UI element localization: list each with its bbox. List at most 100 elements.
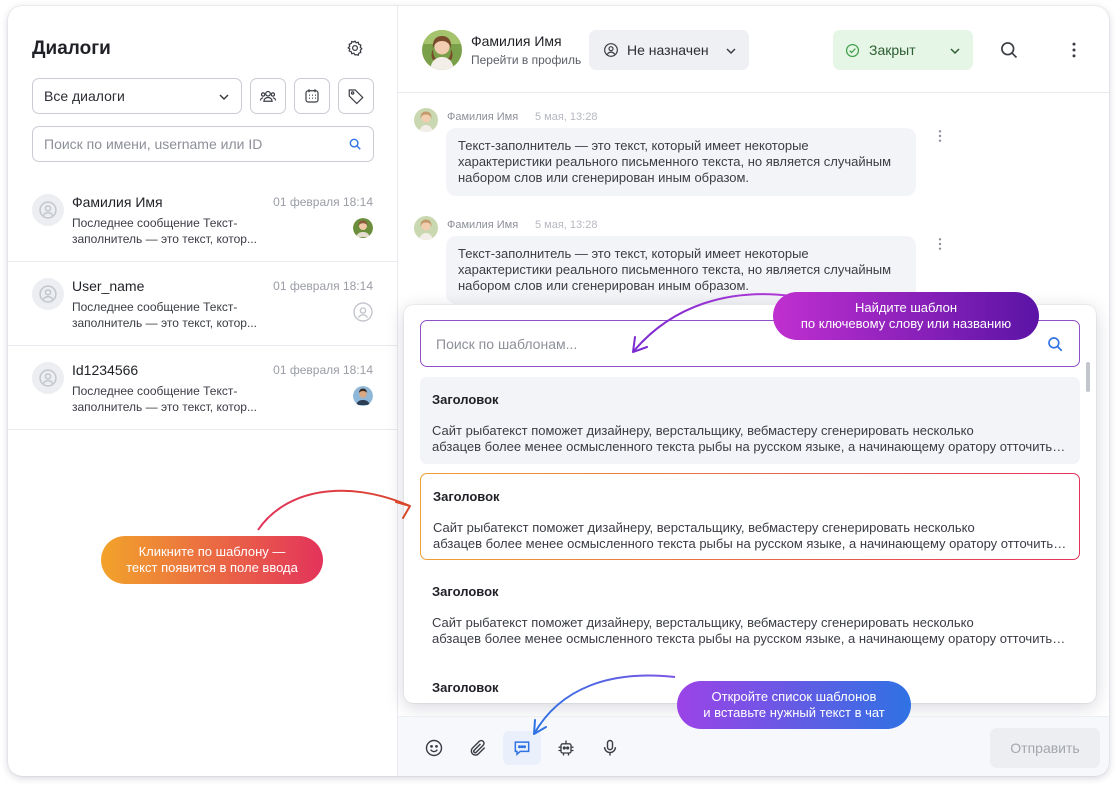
date-filter-button[interactable] [294,78,330,114]
users-icon [259,90,277,102]
message-avatar [414,108,438,132]
user-circle-icon [604,43,618,57]
operator-avatar [353,218,373,238]
dialog-list-item[interactable]: Фамилия Имя 01 февраля 18:14 Последнее с… [8,178,397,262]
search-icon [1048,337,1063,352]
template-text-line: Сайт рыбатекст поможет дизайнеру, верста… [432,423,974,438]
message-author: Фамилия Имя [447,219,519,231]
dialog-last-message: Последнее сообщение Текст-заполнитель — … [72,384,257,414]
assignee-value: Не назначен [627,42,709,58]
hint-line: Кликните по шаблону — [138,544,286,559]
avatar [32,194,64,226]
avatar [32,362,64,394]
templates-scrollbar[interactable] [1086,362,1090,392]
chevron-down-icon [726,48,736,55]
gear-icon[interactable] [346,39,364,57]
dialog-last-message: Последнее сообщение Текст-заполнитель — … [72,216,257,246]
hint-open-templates: Откройте список шаблонов и вставьте нужн… [677,681,911,729]
chevron-down-icon [219,94,229,101]
dialog-date: 01 февраля 18:14 [273,279,373,293]
more-vertical-icon[interactable] [1064,40,1084,60]
template-item[interactable]: Заголовок Сайт рыбатекст поможет дизайне… [420,377,1080,464]
hint-line: и вставьте нужный текст в чат [703,705,885,720]
template-title: Заголовок [432,584,499,599]
dialog-date: 01 февраля 18:14 [273,195,373,209]
more-vertical-icon[interactable] [932,236,948,252]
profile-link[interactable]: Перейти в профиль [471,53,581,67]
template-item[interactable]: Заголовок Сайт рыбатекст поможет дизайне… [420,473,1080,560]
contact-avatar[interactable] [422,30,462,70]
smile-icon [425,739,443,757]
check-circle-icon [845,43,860,57]
hint-line: Найдите шаблон [854,300,958,315]
template-text: Сайт рыбатекст поможет дизайнеру, верста… [432,615,1068,647]
template-text-line: абзацев более менее осмысленного текста … [433,536,1069,551]
microphone-icon [603,739,617,756]
groups-filter-button[interactable] [250,78,286,114]
emoji-button[interactable] [415,731,453,765]
template-text-line: абзацев более менее осмысленного текста … [432,631,1068,646]
template-title: Заголовок [433,489,500,504]
search-icon[interactable] [999,40,1019,60]
chevron-down-icon [950,48,960,55]
calendar-icon [305,89,319,103]
message-avatar [414,216,438,240]
hint-line: Откройте список шаблонов [711,689,877,704]
user-placeholder-icon [39,369,57,387]
attach-button[interactable] [459,731,497,765]
more-vertical-icon[interactable] [932,128,948,144]
message-time: 5 мая, 13:28 [535,219,598,231]
bot-button[interactable] [547,731,585,765]
hint-click-template: Кликните по шаблону — текст появится в п… [101,536,323,584]
template-text: Сайт рыбатекст поможет дизайнеру, верста… [433,520,1069,552]
hint-search-template: Найдите шаблон по ключевому слову или на… [773,292,1039,340]
status-select[interactable]: Закрыт [833,30,973,70]
template-text-line: Сайт рыбатекст поможет дизайнеру, верста… [432,615,974,630]
templates-button[interactable] [503,731,541,765]
unassigned-operator-icon [353,302,373,322]
dialogs-filter-value: Все диалоги [44,88,125,104]
tags-filter-button[interactable] [338,78,374,114]
template-text-line: абзацев более менее осмысленного текста … [432,439,1068,454]
dialog-name: Фамилия Имя [72,194,163,210]
tag-icon [348,89,364,105]
template-title: Заголовок [432,392,499,407]
templates-popup: Поиск по шаблонам... Заголовок Сайт рыба… [404,305,1096,703]
template-item[interactable]: Заголовок Сайт рыбатекст поможет дизайне… [420,569,1080,656]
chat-template-icon [514,741,530,756]
dialogs-search-input[interactable]: Поиск по имени, username или ID [32,126,374,162]
dialogs-filter-select[interactable]: Все диалоги [32,78,242,114]
search-icon [349,138,361,150]
assignee-select[interactable]: Не назначен [589,30,749,70]
paperclip-icon [470,739,486,756]
chat-area: Фамилия Имя Перейти в профиль Не назначе… [398,6,1109,776]
user-placeholder-icon [39,285,57,303]
avatar [32,278,64,310]
dialogs-search-placeholder: Поиск по имени, username или ID [44,136,263,152]
dialog-name: Id1234566 [72,362,139,378]
dialog-date: 01 февраля 18:14 [273,363,373,377]
dialog-name: User_name [72,278,145,294]
dialog-list-item[interactable]: User_name 01 февраля 18:14 Последнее соо… [8,262,397,346]
status-value: Закрыт [869,42,916,58]
message-time: 5 мая, 13:28 [535,111,598,123]
dialog-last-message: Последнее сообщение Текст-заполнитель — … [72,300,257,330]
dialogs-sidebar: Диалоги Все диалоги Поиск по имени, user… [8,6,398,776]
template-text: Сайт рыбатекст поможет дизайнеру, верста… [432,423,1068,455]
app-window: Диалоги Все диалоги Поиск по имени, user… [8,6,1109,776]
chat-header: Фамилия Имя Перейти в профиль Не назначе… [398,6,1109,93]
sidebar-title: Диалоги [32,38,111,59]
hint-line: текст появится в поле ввода [126,560,298,575]
operator-avatar [353,386,373,406]
message-author: Фамилия Имя [447,111,519,123]
dialog-list-item[interactable]: Id1234566 01 февраля 18:14 Последнее соо… [8,346,397,430]
send-button[interactable]: Отправить [990,728,1100,768]
contact-name: Фамилия Имя [471,33,562,49]
voice-button[interactable] [591,731,629,765]
templates-search-placeholder: Поиск по шаблонам... [436,335,578,352]
bot-icon [558,740,574,756]
template-text-line: Сайт рыбатекст поможет дизайнеру, верста… [433,520,975,535]
template-title: Заголовок [432,680,499,695]
message-bubble: Текст-заполнитель — это текст, который и… [446,128,916,196]
hint-line: по ключевому слову или названию [800,316,1012,331]
